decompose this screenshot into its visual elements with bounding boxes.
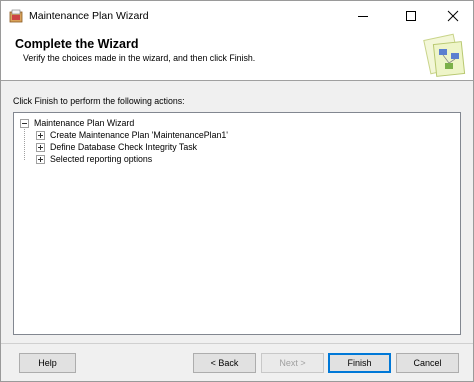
tree-connector xyxy=(24,126,25,160)
back-button[interactable]: < Back xyxy=(193,353,256,373)
window-title: Maintenance Plan Wizard xyxy=(29,10,149,22)
expand-icon[interactable] xyxy=(36,130,45,140)
footer-divider xyxy=(1,343,473,344)
wizard-header: Complete the Wizard Verify the choices m… xyxy=(1,31,473,81)
minimize-button[interactable] xyxy=(341,1,385,31)
minimize-icon xyxy=(358,16,368,17)
wizard-app-icon xyxy=(9,9,23,23)
instruction-text: Click Finish to perform the following ac… xyxy=(13,96,185,106)
cancel-button[interactable]: Cancel xyxy=(396,353,459,373)
wizard-window: Maintenance Plan Wizard Complete the Wiz… xyxy=(0,0,474,382)
next-button[interactable]: Next > xyxy=(261,353,324,373)
close-icon xyxy=(447,10,459,22)
page-subtitle: Verify the choices made in the wizard, a… xyxy=(23,53,256,63)
wizard-graphic-icon xyxy=(423,33,466,77)
tree-item[interactable]: Selected reporting options xyxy=(36,153,152,165)
page-title: Complete the Wizard xyxy=(15,37,139,51)
tree-item[interactable]: Define Database Check Integrity Task xyxy=(36,141,197,153)
tree-root-label: Maintenance Plan Wizard xyxy=(34,118,135,128)
tree-item-label: Create Maintenance Plan 'MaintenancePlan… xyxy=(50,130,228,140)
close-button[interactable] xyxy=(431,1,474,31)
expand-icon[interactable] xyxy=(36,154,45,164)
maximize-button[interactable] xyxy=(389,1,433,31)
collapse-icon[interactable] xyxy=(20,118,29,128)
tree-item-label: Define Database Check Integrity Task xyxy=(50,142,198,152)
tree-root-node[interactable]: Maintenance Plan Wizard xyxy=(20,117,134,129)
expand-icon[interactable] xyxy=(36,142,45,152)
help-button[interactable]: Help xyxy=(19,353,76,373)
finish-button[interactable]: Finish xyxy=(328,353,391,373)
maximize-icon xyxy=(406,11,416,21)
actions-tree[interactable]: Maintenance Plan Wizard Create Maintenan… xyxy=(13,112,461,335)
tree-item[interactable]: Create Maintenance Plan 'MaintenancePlan… xyxy=(36,129,228,141)
tree-item-label: Selected reporting options xyxy=(50,154,153,164)
title-bar[interactable]: Maintenance Plan Wizard xyxy=(1,1,473,31)
